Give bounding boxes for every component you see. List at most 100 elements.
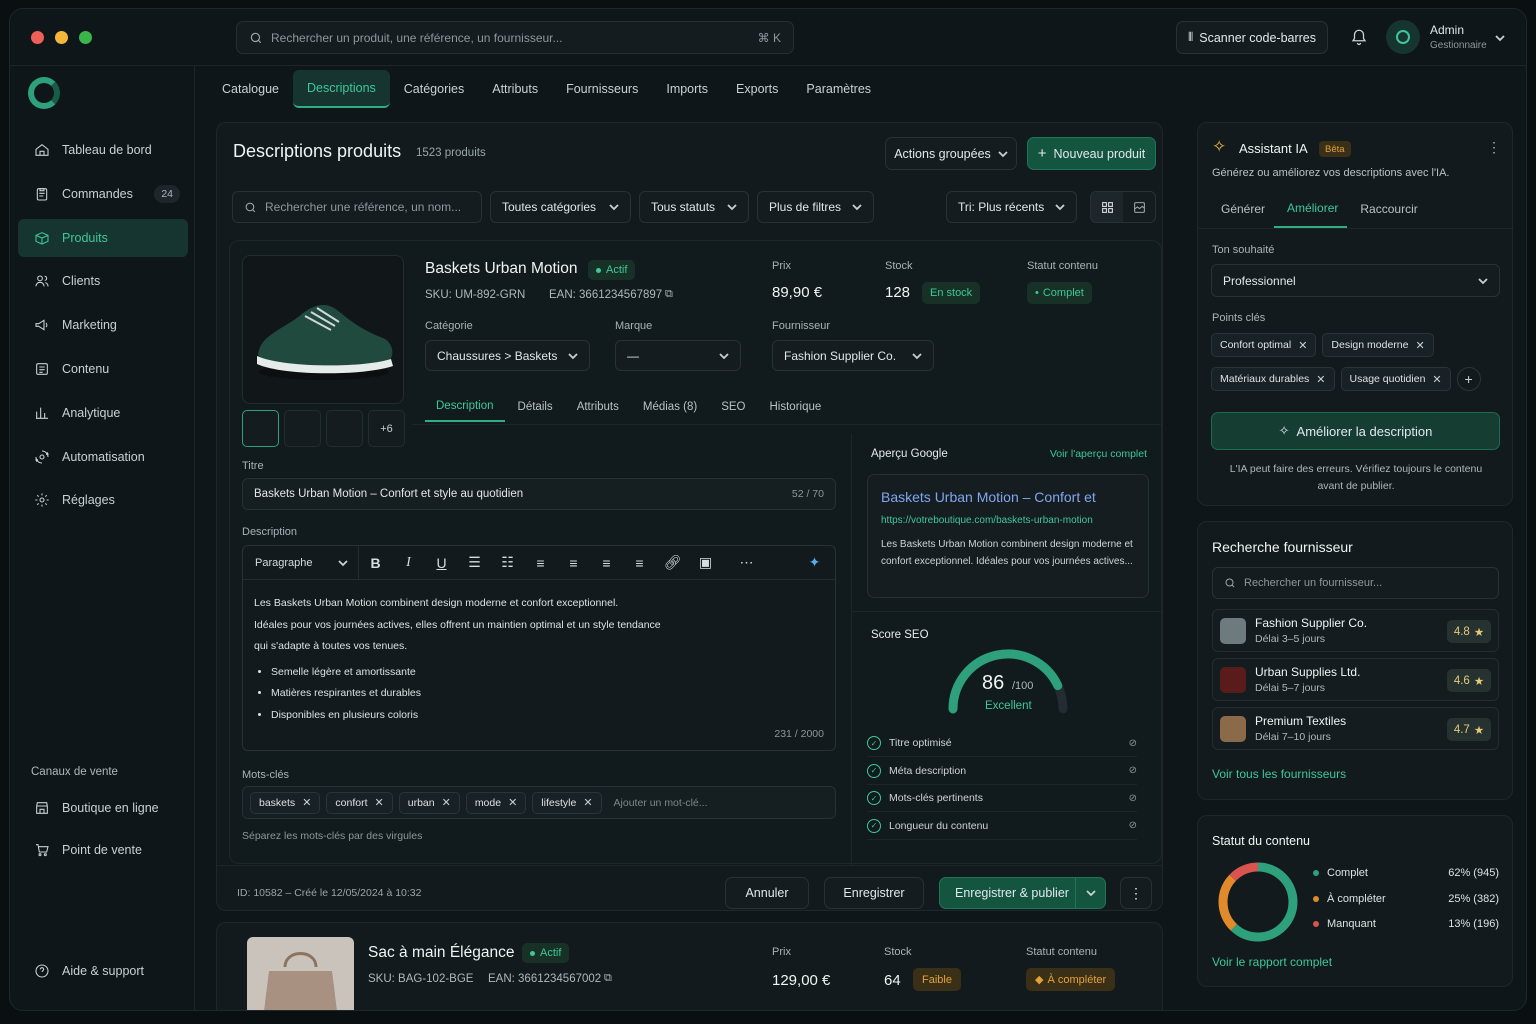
all-suppliers-link[interactable]: Voir tous les fournisseurs [1212,767,1346,781]
product-tab[interactable]: Médias (8) [632,392,708,422]
sort-select[interactable]: Tri: Plus récents [946,191,1077,223]
thumbnail[interactable] [284,410,321,447]
sidebar-item-reglages[interactable]: Réglages [18,481,188,519]
assistant-tab[interactable]: Améliorer [1274,189,1348,228]
cancel-button[interactable]: Annuler [725,877,809,909]
tab-fournisseurs[interactable]: Fournisseurs [552,70,652,108]
info-icon[interactable]: ⊘ [1129,765,1137,776]
info-icon[interactable]: ⊘ [1129,793,1137,804]
tab-exports[interactable]: Exports [722,70,792,108]
tab-attributs[interactable]: Attributs [478,70,552,108]
remove-point-icon[interactable]: ✕ [1316,373,1325,386]
sidebar-item-online-store[interactable]: Boutique en ligne [18,789,188,827]
avatar[interactable] [1386,20,1420,54]
bullet-list-icon[interactable]: ☰ [458,548,491,578]
publish-options-chevron-icon[interactable] [1075,878,1105,908]
align-left-icon[interactable]: ≡ [557,548,590,578]
assistant-tab[interactable]: Raccourcir [1347,189,1426,228]
global-search-input[interactable]: Rechercher un produit, une référence, un… [236,21,794,54]
full-preview-link[interactable]: Voir l'aperçu complet [1050,448,1147,460]
product-image[interactable] [242,255,404,404]
supplier-search-input[interactable]: Rechercher un fournisseur... [1212,567,1499,599]
product-tab[interactable]: SEO [710,392,756,422]
link-icon[interactable]: 🔗︎ [656,548,689,578]
save-publish-button[interactable]: Enregistrer & publier [939,877,1106,909]
full-report-link[interactable]: Voir le rapport complet [1212,955,1332,969]
remove-keyword-icon[interactable]: ✕ [442,796,451,809]
more-thumbnails-button[interactable]: +6 [368,410,405,447]
sidebar-item-automatisation[interactable]: Automatisation [18,438,188,476]
product-tab[interactable]: Description [425,392,505,422]
ai-sparkle-icon[interactable]: ✦ [798,548,831,578]
align-justify-icon[interactable]: ≡ [623,548,656,578]
sidebar-item-commandes[interactable]: Commandes 24 [18,175,188,213]
product-tab[interactable]: Historique [759,392,833,422]
keyword-chip[interactable]: confort ✕ [326,791,393,814]
underline-icon[interactable]: U [425,548,458,578]
scan-barcode-button[interactable]: ⦀ Scanner code-barres [1176,21,1328,54]
help-support-link[interactable]: Aide & support [18,952,188,990]
description-editor[interactable]: Paragraphe B I U ☰ ☷ ≡ ≡ ≡ ≡ 🔗︎ ▣ ⋯ ✦ Le… [242,545,836,751]
remove-keyword-icon[interactable]: ✕ [583,796,592,809]
more-options-icon[interactable]: ⋯ [730,548,763,578]
supplier-row[interactable]: Premium Textiles Délai 7–10 jours 4.7 ★ [1212,707,1499,750]
supplier-row[interactable]: Fashion Supplier Co. Délai 3–5 jours 4.8 ★ [1212,609,1499,652]
tab-parametres[interactable]: Paramètres [792,70,885,108]
remove-keyword-icon[interactable]: ✕ [302,796,311,809]
bold-icon[interactable]: B [359,548,392,578]
keyword-chip[interactable]: lifestyle ✕ [532,791,602,814]
sidebar-item-marketing[interactable]: Marketing [18,306,188,344]
sidebar-item-produits[interactable]: Produits [18,218,188,257]
remove-point-icon[interactable]: ✕ [1432,373,1441,386]
sidebar-item-clients[interactable]: Clients [18,262,188,300]
align-center-icon[interactable]: ≡ [524,548,557,578]
sidebar-item-analytique[interactable]: Analytique [18,394,188,432]
remove-keyword-icon[interactable]: ✕ [508,796,517,809]
copy-icon[interactable]: ⧉ [604,972,612,985]
assistant-tab[interactable]: Générer [1211,189,1274,228]
brand-select[interactable]: — [615,340,741,371]
user-menu-chevron-icon[interactable] [1495,33,1505,43]
key-point-chip[interactable]: Usage quotidien ✕ [1340,367,1451,391]
keyword-chip[interactable]: urban ✕ [398,791,460,814]
maximize-window-button[interactable] [79,31,92,44]
tab-catalogue[interactable]: Catalogue [208,70,293,108]
info-icon[interactable]: ⊘ [1129,820,1137,831]
copy-icon[interactable]: ⧉ [665,288,673,301]
minimize-window-button[interactable] [55,31,68,44]
product-image[interactable] [247,937,354,1010]
key-point-chip[interactable]: Matériaux durables ✕ [1211,367,1335,391]
more-options-icon[interactable]: ⋮ [1487,139,1501,156]
paragraph-select[interactable]: Paragraphe [243,545,359,580]
save-button[interactable]: Enregistrer [824,877,924,909]
more-filters-button[interactable]: Plus de filtres [757,191,874,223]
keyword-chip[interactable]: mode ✕ [465,791,527,814]
key-point-chip[interactable]: Design moderne ✕ [1322,333,1434,357]
improve-description-button[interactable]: ✧ Améliorer la description [1211,412,1500,450]
thumbnail[interactable] [326,410,363,447]
more-actions-icon[interactable]: ⋮ [1120,877,1152,909]
tab-categories[interactable]: Catégories [390,70,478,108]
numbered-list-icon[interactable]: ☷ [491,548,524,578]
supplier-select[interactable]: Fashion Supplier Co. [772,340,934,371]
image-view-icon[interactable] [1123,192,1155,222]
add-point-icon[interactable]: + [1456,367,1481,391]
new-product-button[interactable]: + Nouveau produit [1027,137,1156,170]
remove-point-icon[interactable]: ✕ [1298,339,1307,352]
italic-icon[interactable]: I [392,548,425,578]
key-point-chip[interactable]: Confort optimal ✕ [1211,333,1317,357]
bulk-actions-button[interactable]: Actions groupées [885,137,1017,170]
bell-icon[interactable] [1350,27,1368,52]
image-icon[interactable]: ▣ [689,548,722,578]
sidebar-item-point-of-sale[interactable]: Point de vente [18,831,188,869]
tone-select[interactable]: Professionnel [1211,264,1500,297]
remove-keyword-icon[interactable]: ✕ [375,796,384,809]
keywords-input[interactable]: baskets ✕ confort ✕ urban ✕ mode ✕ lifestyle ✕ Ajo… [242,786,836,819]
close-window-button[interactable] [31,31,44,44]
tab-descriptions[interactable]: Descriptions [293,70,390,108]
tab-imports[interactable]: Imports [652,70,722,108]
remove-point-icon[interactable]: ✕ [1415,339,1424,352]
keyword-chip[interactable]: baskets ✕ [250,791,321,814]
supplier-row[interactable]: Urban Supplies Ltd. Délai 5–7 jours 4.6 ★ [1212,658,1499,701]
status-filter-select[interactable]: Tous statuts [639,191,749,223]
